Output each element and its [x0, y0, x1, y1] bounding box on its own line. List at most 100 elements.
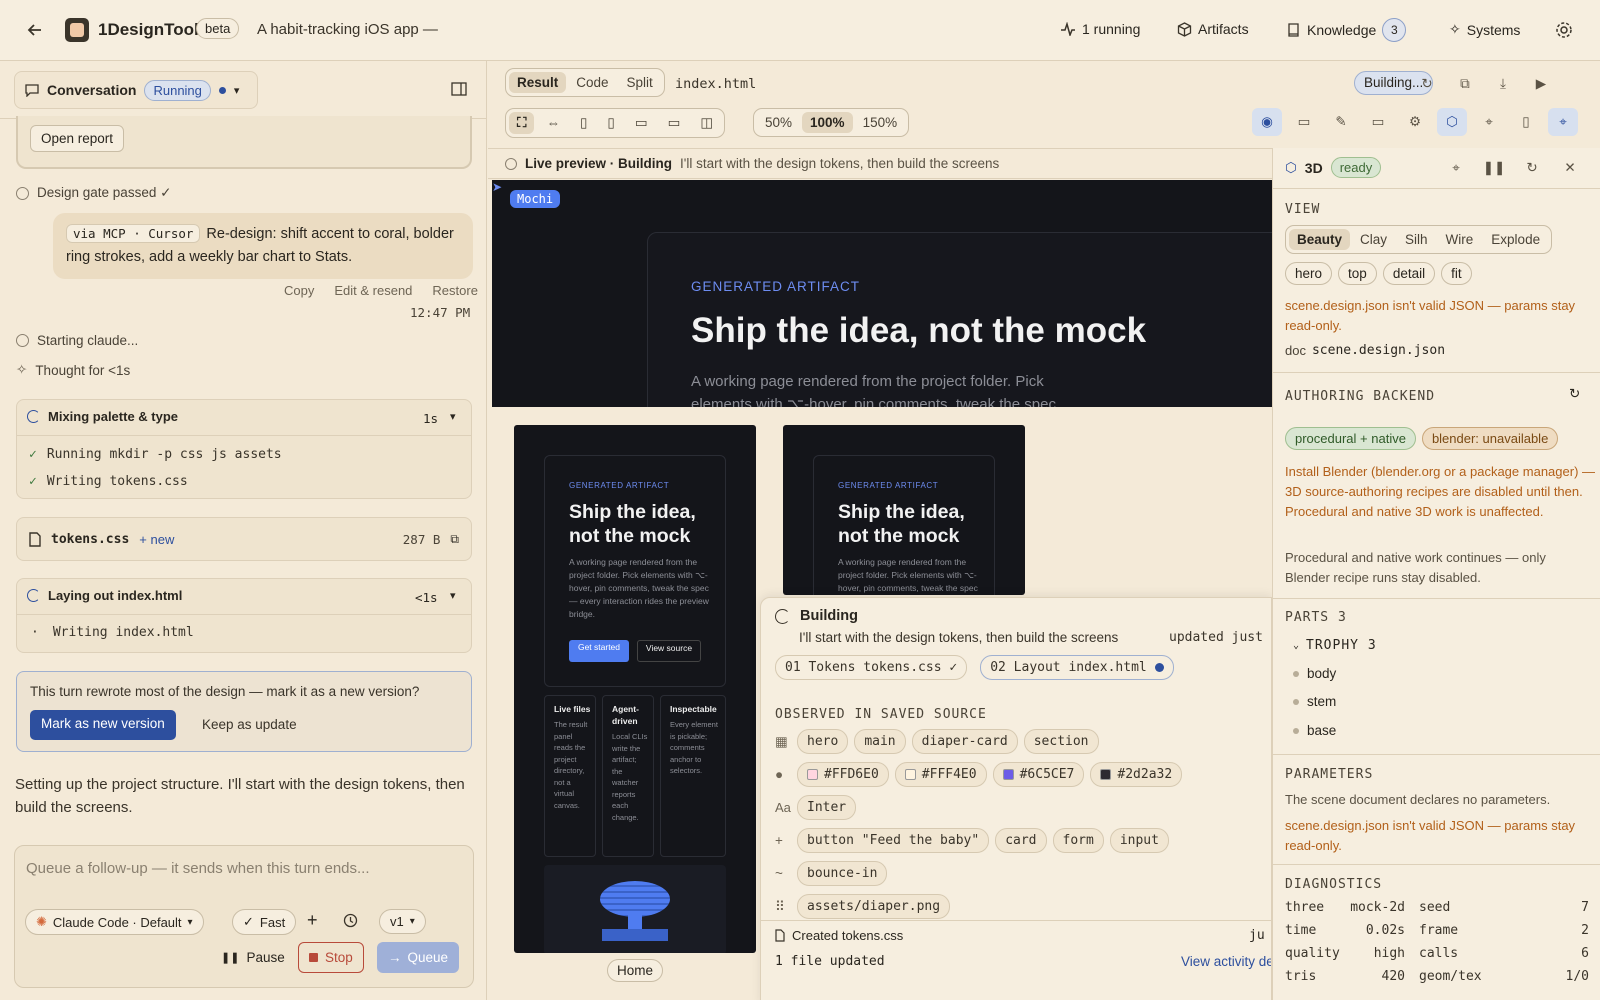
back-icon[interactable]: [20, 16, 50, 44]
color-tag[interactable]: #FFD6E0: [797, 762, 889, 787]
keep-as-update-button[interactable]: Keep as update: [202, 717, 297, 732]
mode-silh[interactable]: Silh: [1397, 229, 1436, 250]
phone-frame-home[interactable]: GENERATED ARTIFACT Ship the idea, not th…: [514, 425, 756, 953]
section-tag[interactable]: diaper-card: [911, 729, 1018, 754]
comment-plus-icon[interactable]: ▭: [1363, 108, 1393, 136]
phone-icon[interactable]: ▯: [1511, 108, 1541, 136]
open-external-icon[interactable]: ⧉: [1450, 70, 1480, 98]
section-tag[interactable]: section: [1023, 729, 1099, 754]
history-icon[interactable]: [343, 913, 358, 928]
pause-icon[interactable]: ❚❚: [1479, 154, 1509, 182]
conversation-header[interactable]: Conversation Running ▾: [14, 71, 258, 109]
hero-preview[interactable]: ➤ Mochi GENERATED ARTIFACT Ship the idea…: [492, 180, 1272, 407]
sidebar-toggle-icon[interactable]: [444, 75, 474, 103]
external-link-icon[interactable]: ⧉: [450, 532, 459, 547]
chevron-down-icon[interactable]: ▾: [234, 84, 240, 97]
mode-explode[interactable]: Explode: [1483, 229, 1548, 250]
color-tag[interactable]: #6C5CE7: [992, 762, 1085, 787]
systems-button[interactable]: ✧ Systems: [1449, 21, 1520, 38]
get-started-button[interactable]: Get started: [569, 640, 629, 662]
zoom-50[interactable]: 50%: [757, 112, 800, 133]
queue-button[interactable]: → Queue: [377, 942, 460, 973]
crosshair-icon[interactable]: ⌖: [1548, 108, 1578, 136]
section-tag[interactable]: main: [854, 729, 906, 754]
view-activity-link[interactable]: View activity de: [1181, 954, 1271, 969]
color-tag[interactable]: #FFF4E0: [894, 762, 987, 787]
fit-width-icon[interactable]: ⇔: [538, 112, 568, 134]
phone-frame-2[interactable]: GENERATED ARTIFACT Ship the idea, not th…: [783, 425, 1025, 595]
part-item[interactable]: body: [1293, 666, 1336, 681]
doc-file[interactable]: scene.design.json: [1312, 343, 1445, 358]
restore-button[interactable]: Restore: [432, 283, 478, 298]
chevron-down-icon[interactable]: ▾: [450, 589, 456, 602]
component-tag[interactable]: form: [1052, 828, 1104, 853]
running-button[interactable]: 1 running: [1060, 21, 1140, 37]
stop-button[interactable]: Stop: [298, 942, 364, 973]
camera-top[interactable]: top: [1338, 262, 1377, 285]
mode-clay[interactable]: Clay: [1352, 229, 1395, 250]
fast-toggle[interactable]: ✓ Fast: [232, 909, 297, 935]
gear-icon[interactable]: ⚙: [1400, 108, 1430, 136]
component-tag[interactable]: input: [1109, 828, 1169, 853]
fullscreen-icon[interactable]: ⛶: [509, 112, 535, 134]
zoom-100[interactable]: 100%: [802, 112, 853, 133]
comment-icon[interactable]: ▭: [1289, 108, 1319, 136]
split-icon[interactable]: ◫: [692, 112, 721, 134]
file-card[interactable]: tokens.css + new 287 B ⧉: [16, 517, 472, 561]
motion-tag[interactable]: bounce-in: [797, 861, 888, 886]
color-tag[interactable]: #2d2a32: [1090, 762, 1183, 787]
mark-new-version-button[interactable]: Mark as new version: [30, 710, 176, 740]
parts-group[interactable]: ⌄ TROPHY 3: [1293, 638, 1377, 653]
composer-input[interactable]: Queue a follow-up — it sends when this t…: [26, 860, 370, 877]
close-icon[interactable]: ✕: [1555, 154, 1585, 182]
view-source-button[interactable]: View source: [637, 640, 701, 662]
refresh-icon[interactable]: ↻: [1569, 386, 1580, 402]
version-select[interactable]: v1 ▾: [379, 909, 426, 934]
target-icon[interactable]: ⌖: [1474, 108, 1504, 136]
knowledge-button[interactable]: Knowledge 3: [1287, 18, 1407, 42]
component-tag[interactable]: button "Feed the baby": [797, 828, 990, 853]
copy-button[interactable]: Copy: [284, 283, 314, 298]
edit-resend-button[interactable]: Edit & resend: [334, 283, 412, 298]
tab-split[interactable]: Split: [619, 72, 661, 93]
refresh-icon[interactable]: ↻: [1412, 70, 1442, 98]
tab-result[interactable]: Result: [509, 72, 567, 93]
part-item[interactable]: base: [1293, 723, 1336, 738]
mode-beauty[interactable]: Beauty: [1289, 229, 1351, 250]
section-tag[interactable]: hero: [797, 729, 849, 754]
plus-icon[interactable]: +: [307, 910, 318, 931]
tab-code[interactable]: Code: [568, 72, 616, 93]
step-chip-tokens[interactable]: 01 Tokens tokens.css ✓: [775, 655, 968, 680]
chevron-down-icon[interactable]: ▾: [450, 410, 456, 423]
cube-icon[interactable]: ⬡: [1437, 108, 1467, 136]
pencil-icon[interactable]: ✎: [1326, 108, 1356, 136]
eye-icon[interactable]: ◉: [1252, 108, 1282, 136]
open-report-button[interactable]: Open report: [30, 125, 125, 152]
artifacts-button[interactable]: Artifacts: [1177, 21, 1249, 37]
settings-gear-icon[interactable]: [1549, 16, 1579, 44]
mode-wire[interactable]: Wire: [1438, 229, 1482, 250]
current-file[interactable]: index.html: [675, 76, 756, 92]
camera-hero[interactable]: hero: [1285, 262, 1333, 285]
component-tag[interactable]: card: [995, 828, 1047, 853]
phone-small-icon[interactable]: ▯: [599, 112, 622, 134]
asset-tag[interactable]: assets/diaper.png: [797, 894, 951, 919]
zoom-150[interactable]: 150%: [855, 112, 906, 133]
target-icon[interactable]: ⌖: [1441, 154, 1471, 182]
screen-label-home[interactable]: Home: [607, 959, 664, 982]
play-icon[interactable]: ▶: [1526, 70, 1556, 98]
part-item[interactable]: stem: [1293, 694, 1336, 709]
laptop-icon[interactable]: ▭: [660, 112, 689, 134]
thought-status[interactable]: ✧ Thought for <1s: [16, 362, 130, 378]
download-icon[interactable]: ⤓: [1488, 70, 1518, 98]
pause-button[interactable]: ❚❚ Pause: [221, 950, 285, 965]
refresh-icon[interactable]: ↻: [1517, 154, 1547, 182]
step-chip-layout[interactable]: 02 Layout index.html: [980, 655, 1174, 680]
project-title[interactable]: A habit-tracking iOS app —: [257, 21, 438, 38]
model-select[interactable]: ✺ Claude Code · Default ▾: [25, 909, 204, 935]
phone-icon[interactable]: ▯: [572, 112, 595, 134]
tablet-icon[interactable]: ▭: [627, 112, 656, 134]
camera-detail[interactable]: detail: [1382, 262, 1436, 285]
font-tag[interactable]: Inter: [797, 795, 857, 820]
camera-fit[interactable]: fit: [1441, 262, 1472, 285]
